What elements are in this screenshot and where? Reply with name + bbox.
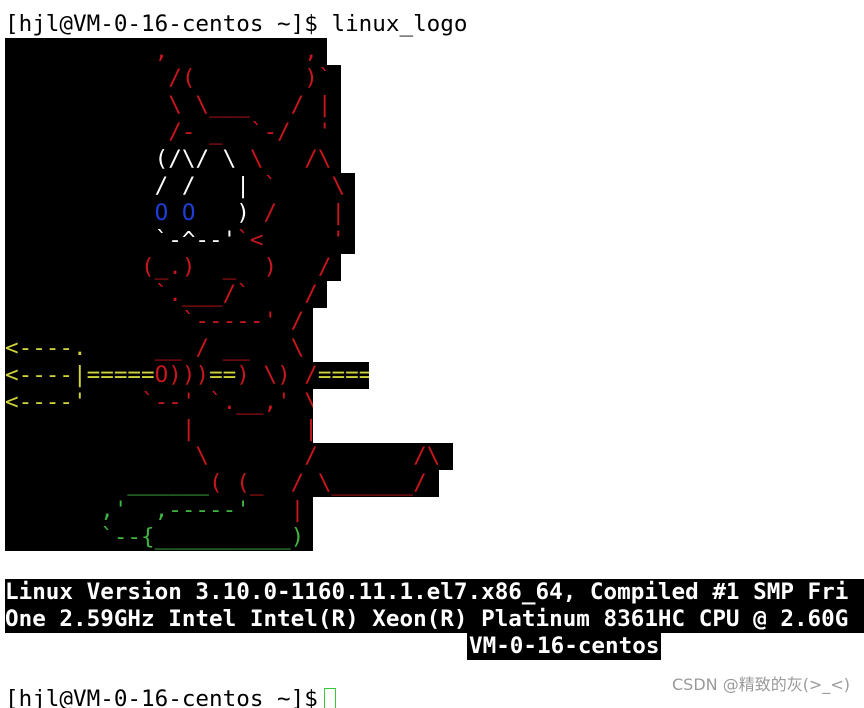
prompt-line-command: [hjl@VM-0-16-centos ~]$ linux_logo [5, 11, 468, 37]
logo-segment: O O [5, 200, 237, 226]
cpu-info-line: One 2.59GHz Intel Intel(R) Xeon(R) Plati… [5, 606, 864, 633]
logo-segment: `-----' / [5, 308, 313, 334]
prompt-line-current[interactable]: [hjl@VM-0-16-centos ~]$ [5, 686, 336, 708]
logo-row: `-^--'`< ' [5, 227, 355, 254]
logo-row: | | [5, 416, 313, 443]
logo-segment: \ / /\ [5, 443, 453, 469]
logo-row: /( )` [5, 65, 341, 92]
logo-row: <----. __ / __ \ [5, 335, 313, 362]
watermark-text: CSDN @精致的灰(>_<) [671, 675, 850, 694]
prompt-text: [hjl@VM-0-16-centos ~]$ [5, 686, 318, 708]
logo-row: / / | ` \ [5, 173, 355, 200]
logo-segment: `-^--' [5, 227, 237, 253]
logo-segment: <----. [5, 335, 87, 361]
logo-segment: /- _ `-/ ' [5, 119, 341, 145]
logo-row: /- _ `-/ ' [5, 119, 341, 146]
logo-segment: ) \) / [236, 362, 318, 388]
logo-row: (_.) _ ) / [5, 254, 341, 281]
hostname-label: VM-0-16-centos [467, 633, 662, 660]
logo-segment: | [290, 497, 305, 523]
logo-row: `.___/` / [5, 281, 327, 308]
logo-segment: / / | [5, 173, 250, 199]
logo-segment: | | [5, 416, 313, 442]
terminal-window[interactable]: [hjl@VM-0-16-centos ~]$ linux_logo , , /… [0, 0, 864, 708]
logo-segment [5, 146, 155, 172]
logo-segment: `--{__________) [5, 524, 305, 550]
logo-row: \ / /\ [5, 443, 453, 470]
logo-segment: ) [236, 200, 250, 226]
logo-row: ______( (_ / \______/ [5, 470, 439, 497]
kernel-version-line: Linux Version 3.10.0-1160.11.1.el7.x86_6… [5, 579, 864, 606]
logo-row: \ \___ / | [5, 92, 341, 119]
logo-row: O O ) / | [5, 200, 355, 227]
logo-segment: / | [249, 200, 355, 226]
linux-logo-ascii-art: , , /( )` \ \___ / | /- _ `-/ ' (/\/ \ \… [5, 38, 864, 558]
logo-segment: (/\/ \ [154, 146, 237, 172]
logo-row: `--{__________) [5, 524, 313, 551]
logo-segment: , , [5, 38, 327, 64]
logo-segment: == [209, 362, 237, 388]
logo-row: <----' `--' `.__,' \ [5, 389, 313, 416]
logo-segment: `--' `.__,' \ [86, 389, 313, 415]
logo-row: ,' ,-----' | [5, 497, 313, 524]
logo-segment: `< ' [236, 227, 355, 253]
logo-segment: ______ [5, 470, 210, 496]
text-cursor-icon [323, 688, 336, 708]
logo-segment: O))) [154, 362, 210, 388]
logo-segment: (_.) _ ) / [5, 254, 341, 280]
logo-segment: ( (_ / \______/ [209, 470, 439, 496]
logo-segment: ,' ,-----' [5, 497, 291, 523]
logo-row: `-----' / [5, 308, 313, 335]
logo-segment: \ \___ / | [5, 92, 341, 118]
logo-segment: <----' [5, 389, 87, 415]
logo-segment: ==== [317, 362, 369, 388]
logo-segment: \ /\ [236, 146, 341, 172]
logo-row: (/\/ \ \ /\ [5, 146, 341, 173]
logo-segment: /( )` [5, 65, 341, 91]
logo-segment: __ / __ \ [86, 335, 313, 361]
logo-row: <----|=====O)))==) \) /==== [5, 362, 369, 389]
logo-segment: ` \ [249, 173, 355, 199]
logo-segment: <----|===== [5, 362, 155, 388]
logo-segment: `.___/` / [5, 281, 327, 307]
logo-row: , , [5, 38, 327, 65]
